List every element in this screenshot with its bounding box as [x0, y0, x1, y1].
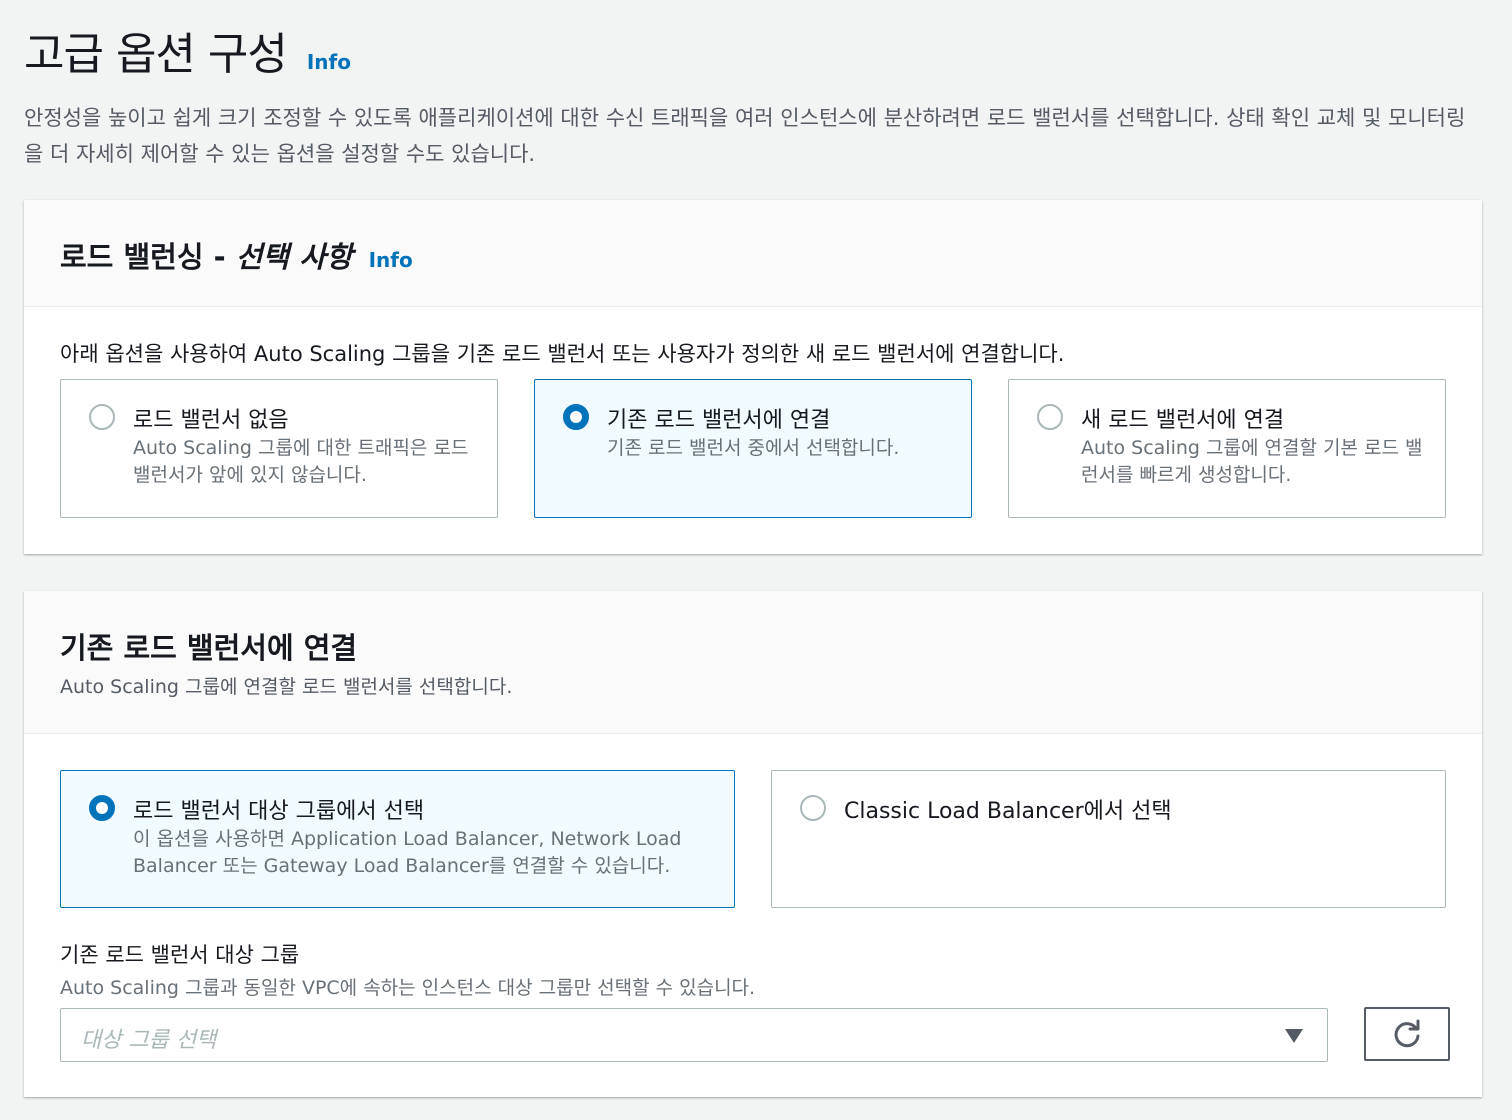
- page-description: 안정성을 높이고 쉽게 크기 조정할 수 있도록 애플리케이션에 대한 수신 트…: [24, 106, 1466, 166]
- option-classic-load-balancer[interactable]: Classic Load Balancer에서 선택: [771, 770, 1446, 908]
- target-group-field-description: Auto Scaling 그룹과 동일한 VPC에 속하는 인스턴스 대상 그룹…: [60, 977, 756, 999]
- target-group-select-placeholder: 대상 그룹 선택: [81, 1028, 217, 1053]
- radio-new-load-balancer[interactable]: [1037, 404, 1063, 430]
- page-title: 고급 옵션 구성: [24, 29, 288, 80]
- target-group-select[interactable]: 대상 그룹 선택: [60, 1008, 1328, 1062]
- option-target-group-description: 이 옵션을 사용하면 Application Load Balancer, Ne…: [133, 828, 682, 877]
- page-header: 고급 옵션 구성 Info: [24, 18, 351, 82]
- load-balancing-info-link[interactable]: Info: [369, 248, 413, 272]
- refresh-icon: [1394, 1019, 1420, 1048]
- radio-existing-load-balancer[interactable]: [563, 404, 589, 430]
- load-balancing-title-optional: 선택 사항: [235, 240, 353, 274]
- option-no-load-balancer[interactable]: 로드 밸런서 없음 Auto Scaling 그룹에 대한 트래픽은 로드 밸런…: [60, 379, 498, 518]
- option-no-load-balancer-label: 로드 밸런서 없음: [133, 408, 289, 433]
- option-no-load-balancer-description: Auto Scaling 그룹에 대한 트래픽은 로드 밸런서가 앞에 있지 않…: [133, 437, 469, 486]
- radio-no-load-balancer[interactable]: [89, 404, 115, 430]
- option-new-load-balancer-description: Auto Scaling 그룹에 연결할 기본 로드 밸런서를 빠르게 생성합니…: [1081, 437, 1423, 486]
- load-balancing-title-main: 로드 밸런싱 -: [60, 240, 236, 274]
- caret-down-icon: [1285, 1029, 1303, 1043]
- load-balancing-lead: 아래 옵션을 사용하여 Auto Scaling 그룹을 기존 로드 밸런서 또…: [60, 342, 1065, 366]
- radio-classic-load-balancer[interactable]: [800, 795, 826, 821]
- existing-load-balancer-panel-header: 기존 로드 밸런서에 연결 Auto Scaling 그룹에 연결할 로드 밸런…: [24, 591, 1482, 734]
- existing-load-balancer-panel: 기존 로드 밸런서에 연결 Auto Scaling 그룹에 연결할 로드 밸런…: [24, 591, 1482, 1097]
- target-group-field-label: 기존 로드 밸런서 대상 그룹: [60, 943, 300, 967]
- page-info-link[interactable]: Info: [307, 50, 351, 74]
- option-new-load-balancer-label: 새 로드 밸런서에 연결: [1081, 408, 1285, 433]
- refresh-button[interactable]: [1364, 1007, 1450, 1061]
- option-classic-load-balancer-label: Classic Load Balancer에서 선택: [844, 799, 1172, 824]
- option-new-load-balancer[interactable]: 새 로드 밸런서에 연결 Auto Scaling 그룹에 연결할 기본 로드 …: [1008, 379, 1446, 518]
- existing-load-balancer-title: 기존 로드 밸런서에 연결: [60, 631, 358, 665]
- load-balancing-panel: 로드 밸런싱 - 선택 사항 Info 아래 옵션을 사용하여 Auto Sca…: [24, 200, 1482, 554]
- existing-load-balancer-subtitle: Auto Scaling 그룹에 연결할 로드 밸런서를 선택합니다.: [60, 676, 513, 698]
- option-existing-load-balancer-label: 기존 로드 밸런서에 연결: [607, 408, 831, 433]
- option-existing-load-balancer[interactable]: 기존 로드 밸런서에 연결 기존 로드 밸런서 중에서 선택합니다.: [534, 379, 972, 518]
- radio-target-group[interactable]: [89, 795, 115, 821]
- load-balancing-panel-header: 로드 밸런싱 - 선택 사항 Info: [24, 200, 1482, 307]
- load-balancing-title: 로드 밸런싱 - 선택 사항: [60, 234, 353, 276]
- option-existing-load-balancer-description: 기존 로드 밸런서 중에서 선택합니다.: [607, 437, 900, 459]
- option-target-group[interactable]: 로드 밸런서 대상 그룹에서 선택 이 옵션을 사용하면 Application…: [60, 770, 735, 908]
- option-target-group-label: 로드 밸런서 대상 그룹에서 선택: [133, 799, 425, 824]
